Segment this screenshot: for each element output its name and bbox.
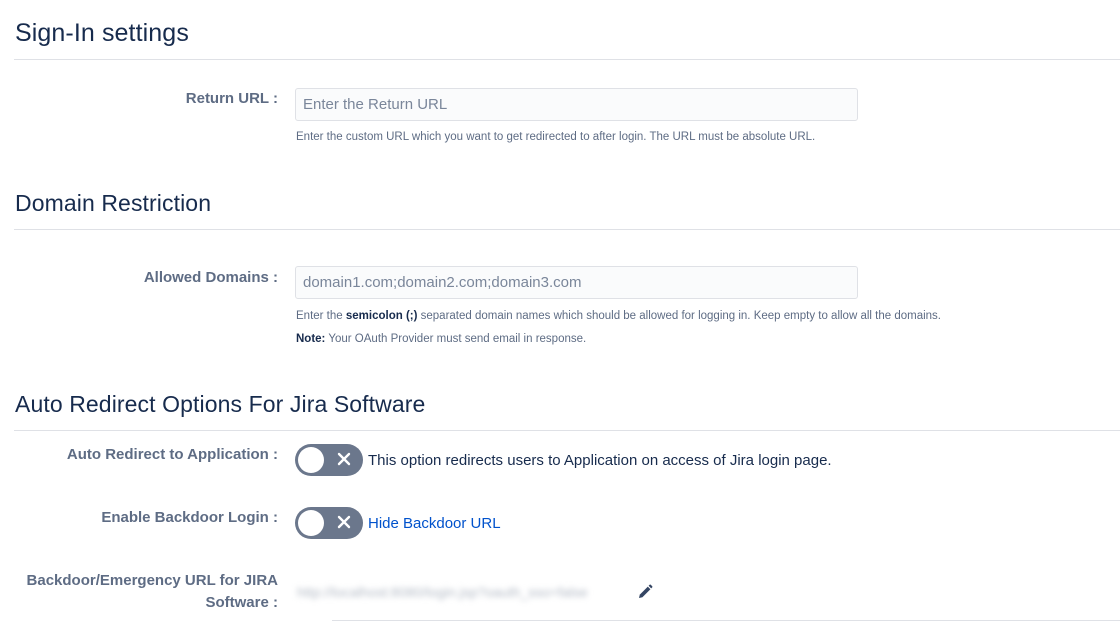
note-text: Your OAuth Provider must send email in r… (325, 333, 587, 345)
pencil-icon[interactable] (636, 583, 654, 601)
backdoor-url-label-line2: Software : (205, 594, 278, 611)
hide-backdoor-url-link[interactable]: Hide Backdoor URL (368, 515, 501, 532)
return-url-label: Return URL : (185, 90, 278, 107)
return-url-help: Enter the custom URL which you want to g… (296, 131, 816, 143)
auto-redirect-label: Auto Redirect to Application : (66, 446, 278, 463)
section-divider (14, 59, 1120, 60)
allowed-domains-note: Note: Your OAuth Provider must send emai… (296, 333, 586, 345)
auto-redirect-heading: Auto Redirect Options For Jira Software (15, 391, 426, 417)
sign-in-settings-heading: Sign-In settings (15, 19, 189, 47)
return-url-input[interactable] (295, 88, 858, 121)
help-text: Enter the (296, 310, 346, 322)
allowed-domains-label: Allowed Domains : (143, 269, 278, 286)
close-icon (337, 515, 351, 529)
help-text: separated domain names which should be a… (417, 310, 941, 322)
allowed-domains-help: Enter the semicolon (;) separated domain… (296, 310, 941, 322)
backdoor-login-toggle[interactable] (295, 507, 363, 539)
backdoor-login-label: Enable Backdoor Login : (101, 509, 278, 526)
close-icon (337, 452, 351, 466)
auto-redirect-toggle[interactable] (295, 444, 363, 476)
backdoor-url-value: http://localhost:8080/login.jsp?oauth_ss… (297, 584, 588, 600)
section-divider (14, 229, 1120, 230)
help-bold-text: semicolon (;) (345, 310, 418, 322)
section-divider (14, 430, 1120, 431)
sign-in-settings-page: Sign-In settings Return URL : Enter the … (0, 0, 1120, 622)
backdoor-url-label-line1: Backdoor/Emergency URL for JIRA (26, 572, 278, 589)
toggle-knob (298, 510, 324, 536)
allowed-domains-input[interactable] (295, 266, 858, 299)
note-label: Note: (296, 333, 326, 345)
input-underline (332, 620, 1120, 621)
backdoor-url-label: Backdoor/Emergency URL for JIRA Software… (27, 570, 278, 614)
auto-redirect-description: This option redirects users to Applicati… (368, 452, 832, 469)
domain-restriction-heading: Domain Restriction (15, 190, 212, 216)
toggle-knob (298, 447, 324, 473)
